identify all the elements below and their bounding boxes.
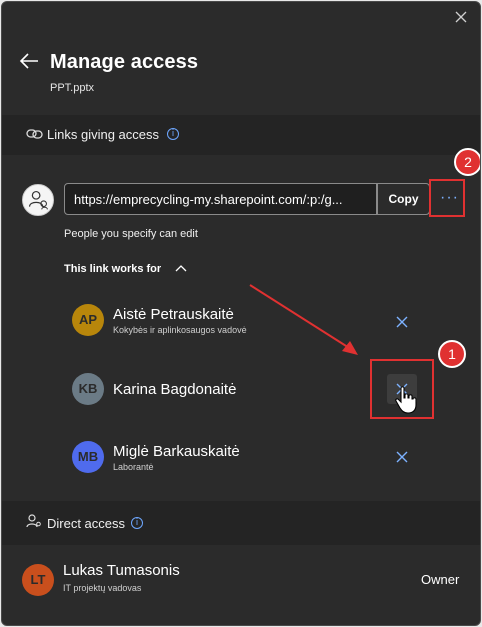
hand-cursor-icon (395, 386, 417, 414)
person-role: IT projektų vadovas (63, 583, 142, 593)
avatar: LT (22, 564, 54, 596)
person-name: Miglė Barkauskaitė (113, 443, 240, 460)
link-permission-text: People you specify can edit (64, 228, 198, 240)
links-section-label: Links giving access (47, 127, 159, 142)
person-name: Lukas Tumasonis (63, 562, 180, 579)
info-icon[interactable]: i (131, 517, 143, 529)
more-options-button[interactable]: ··· (429, 179, 465, 217)
person-key-icon (26, 514, 41, 528)
annotation-badge-2: 2 (454, 148, 480, 176)
copy-button[interactable]: Copy (377, 183, 430, 215)
page-title: Manage access (50, 51, 199, 73)
links-section-header: Links giving access i (2, 115, 480, 155)
chevron-up-icon[interactable] (174, 263, 188, 273)
manage-access-dialog: Manage access PPT.pptx Links giving acce… (1, 1, 481, 626)
remove-person-icon[interactable] (395, 315, 409, 329)
more-options-icon: ··· (440, 189, 459, 206)
people-link-icon (22, 184, 54, 216)
person-name: Aistė Petrauskaitė (113, 306, 234, 323)
avatar: KB (72, 373, 104, 405)
avatar: MB (72, 441, 104, 473)
avatar: AP (72, 304, 104, 336)
person-role: Kokybės ir aplinkosaugos vadovė (113, 325, 247, 335)
owner-permission: Owner (421, 572, 460, 587)
share-link-field[interactable]: https://emprecycling-my.sharepoint.com/:… (64, 183, 377, 215)
annotation-arrow (249, 284, 358, 355)
person-name: Karina Bagdonaitė (113, 381, 237, 398)
back-arrow-icon[interactable] (18, 52, 40, 70)
direct-access-header: Direct access i (2, 501, 480, 545)
direct-access-label: Direct access (47, 516, 126, 531)
person-role: Laborantė (113, 462, 154, 472)
file-name: PPT.pptx (50, 82, 95, 94)
link-works-for-toggle[interactable]: This link works for (64, 263, 161, 275)
info-icon[interactable]: i (167, 128, 179, 140)
link-icon (26, 129, 43, 139)
annotation-badge-1: 1 (438, 340, 466, 368)
close-icon[interactable] (452, 8, 470, 26)
owner-row: LT Lukas Tumasonis IT projektų vadovas (22, 562, 472, 602)
remove-person-icon[interactable] (395, 450, 409, 464)
